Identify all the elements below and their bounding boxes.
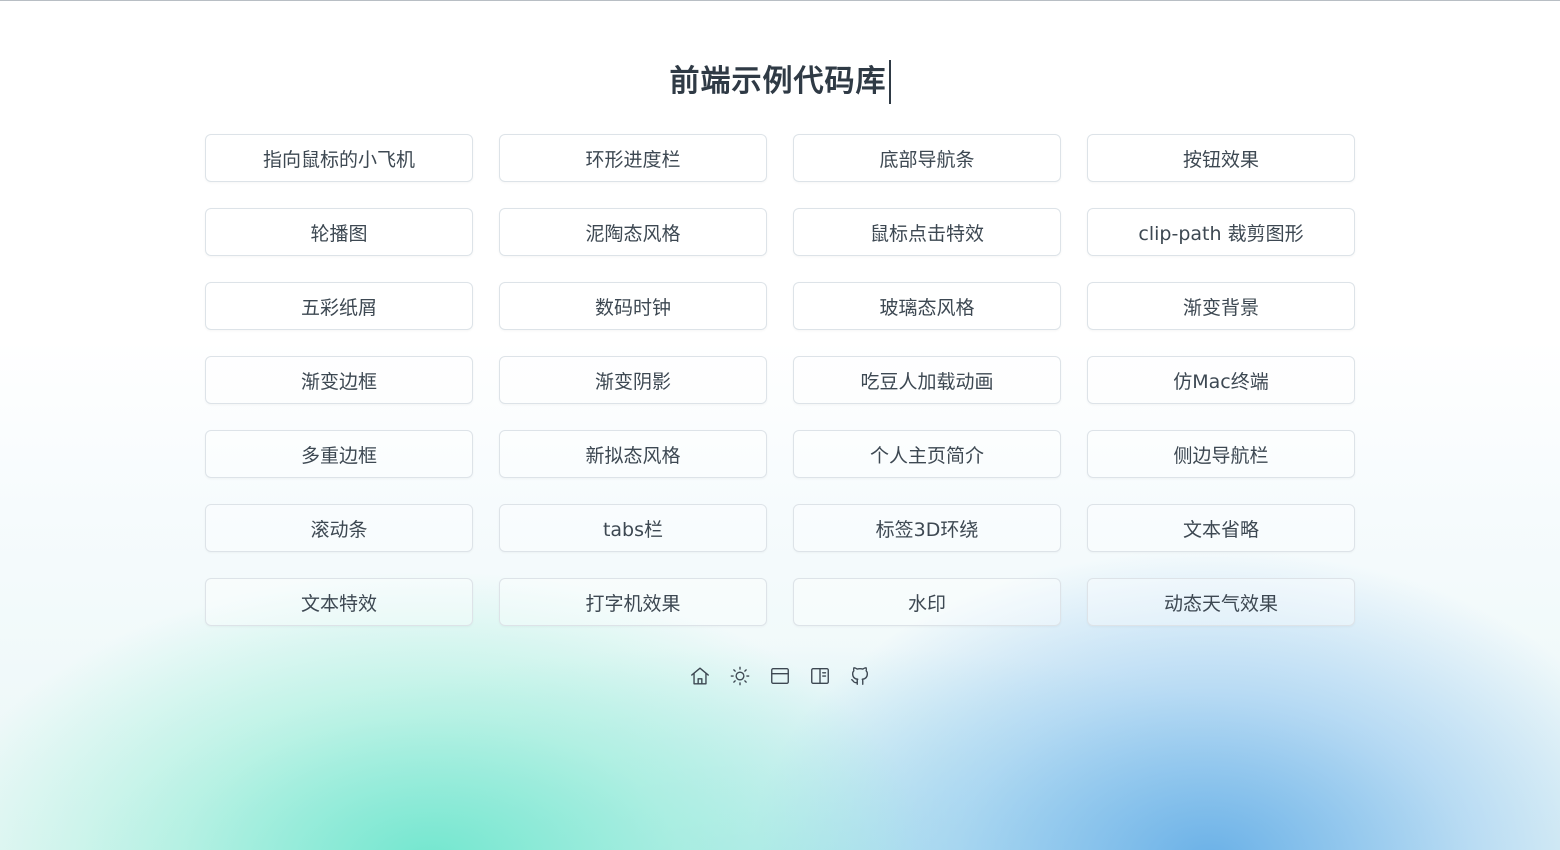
example-card[interactable]: 五彩纸屑 [205, 282, 473, 330]
sun-icon[interactable] [729, 665, 751, 687]
example-card[interactable]: tabs栏 [499, 504, 767, 552]
example-card[interactable]: 底部导航条 [793, 134, 1061, 182]
examples-grid: 指向鼠标的小飞机 环形进度栏 底部导航条 按钮效果 轮播图 泥陶态风格 鼠标点击… [205, 134, 1355, 626]
github-icon[interactable] [849, 665, 871, 687]
page-title: 前端示例代码库 [670, 60, 891, 104]
example-card[interactable]: 侧边导航栏 [1087, 430, 1355, 478]
example-card[interactable]: 环形进度栏 [499, 134, 767, 182]
home-icon[interactable] [689, 665, 711, 687]
example-card[interactable]: 数码时钟 [499, 282, 767, 330]
example-card[interactable]: 个人主页简介 [793, 430, 1061, 478]
example-card[interactable]: 滚动条 [205, 504, 473, 552]
top-border [0, 0, 1560, 1]
example-card[interactable]: 文本特效 [205, 578, 473, 626]
example-card[interactable]: 动态天气效果 [1087, 578, 1355, 626]
example-card[interactable]: 渐变边框 [205, 356, 473, 404]
example-card[interactable]: 轮播图 [205, 208, 473, 256]
example-card[interactable]: 玻璃态风格 [793, 282, 1061, 330]
example-card[interactable]: 新拟态风格 [499, 430, 767, 478]
example-card[interactable]: 泥陶态风格 [499, 208, 767, 256]
title-container: 前端示例代码库 [0, 60, 1560, 104]
browser-icon[interactable] [769, 665, 791, 687]
example-card[interactable]: 标签3D环绕 [793, 504, 1061, 552]
example-card[interactable]: 水印 [793, 578, 1061, 626]
example-card[interactable]: 渐变阴影 [499, 356, 767, 404]
footer-icon-bar [0, 665, 1560, 687]
example-card[interactable]: 渐变背景 [1087, 282, 1355, 330]
example-card[interactable]: 仿Mac终端 [1087, 356, 1355, 404]
example-card[interactable]: 文本省略 [1087, 504, 1355, 552]
example-card[interactable]: 鼠标点击特效 [793, 208, 1061, 256]
example-card[interactable]: 按钮效果 [1087, 134, 1355, 182]
example-card[interactable]: 吃豆人加载动画 [793, 356, 1061, 404]
example-card[interactable]: 打字机效果 [499, 578, 767, 626]
example-card[interactable]: clip-path 裁剪图形 [1087, 208, 1355, 256]
book-icon[interactable] [809, 665, 831, 687]
example-card[interactable]: 指向鼠标的小飞机 [205, 134, 473, 182]
example-card[interactable]: 多重边框 [205, 430, 473, 478]
